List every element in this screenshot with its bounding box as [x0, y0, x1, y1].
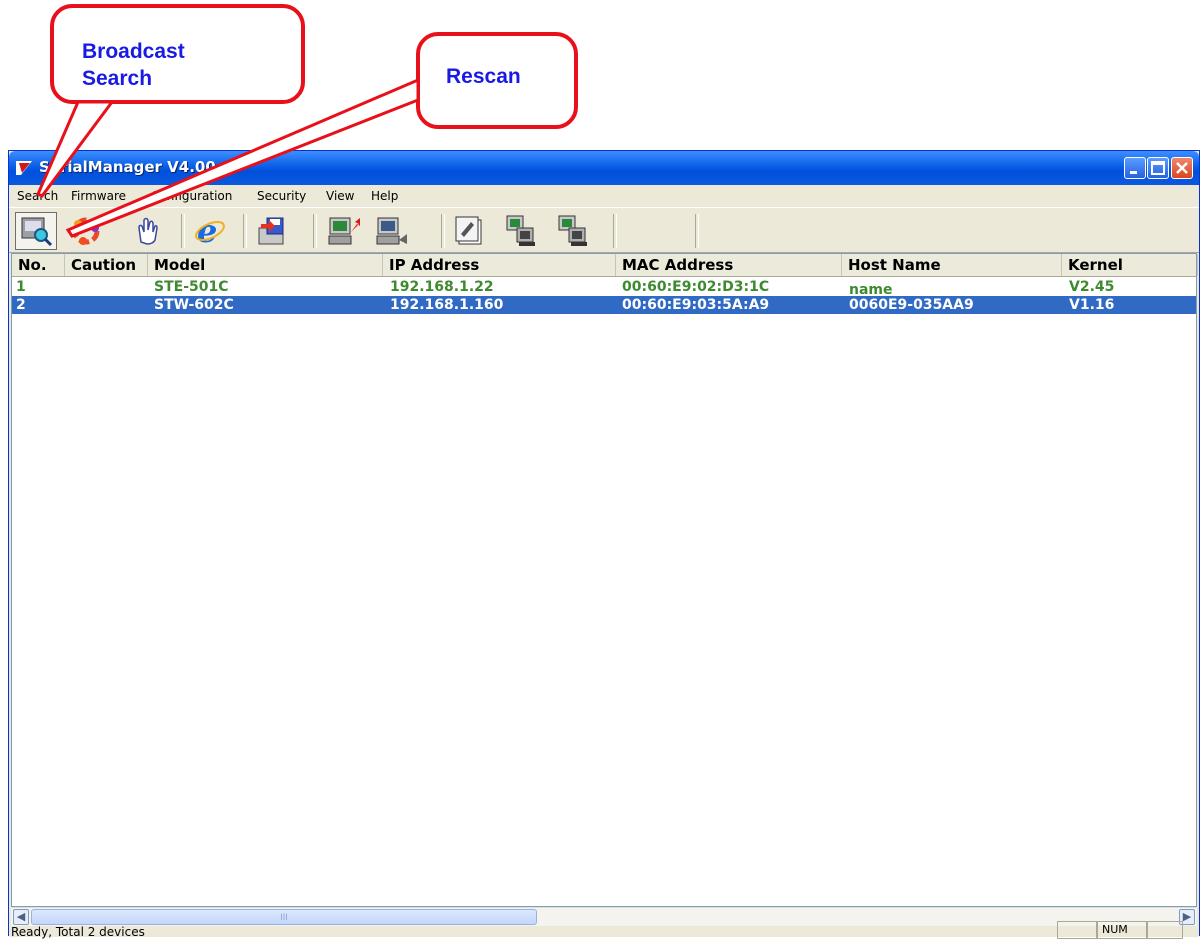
console-icon[interactable]: [327, 214, 361, 248]
maximize-icon: [1151, 161, 1165, 175]
config-icon[interactable]: [453, 214, 487, 248]
toolbar-separator: [613, 214, 617, 248]
menu-help[interactable]: Help: [371, 189, 398, 203]
minimize-icon: [1130, 171, 1137, 174]
cell-mac: 00:60:E9:03:5A:A9: [622, 297, 770, 313]
col-caution[interactable]: Caution: [65, 254, 148, 276]
svg-text:e: e: [197, 214, 217, 248]
broadcast-callout-text: Broadcast Search: [82, 40, 185, 90]
cell-no: 2: [16, 297, 26, 313]
device-list: No. Caution Model IP Address MAC Address…: [11, 253, 1198, 907]
title-bar: SerialManager V4.00 ...: [9, 151, 1199, 185]
table-row-selected[interactable]: 2 STW-602C 192.168.1.160 00:60:E9:03:5A:…: [12, 296, 1196, 314]
status-pane-empty: [1147, 921, 1183, 939]
network2-icon[interactable]: [557, 214, 591, 248]
col-mac-address[interactable]: MAC Address: [616, 254, 842, 276]
broadcast-search-callout: Broadcast Search: [50, 4, 305, 104]
broadcast-search-button[interactable]: [15, 212, 57, 250]
app-logo-icon: [16, 161, 32, 175]
status-pane-empty: [1057, 921, 1097, 939]
menu-search[interactable]: Search: [17, 189, 58, 203]
toolbar-separator: [181, 214, 185, 248]
serialmanager-window: SerialManager V4.00 ... Search Firmware …: [8, 150, 1200, 939]
toolbar-separator: [695, 214, 699, 248]
menu-security[interactable]: Security: [257, 189, 306, 203]
menu-bar: Search Firmware Configuration Security V…: [9, 185, 1199, 207]
cell-no: 1: [16, 279, 26, 295]
menu-view[interactable]: View: [326, 189, 354, 203]
upload-icon[interactable]: [375, 214, 409, 248]
window-title: SerialManager V4.00 ...: [39, 158, 239, 176]
cell-model: STW-602C: [154, 297, 234, 313]
rescan-callout: Rescan: [416, 32, 578, 129]
toolbar-separator: [243, 214, 247, 248]
menu-firmware[interactable]: Firmware: [71, 189, 126, 203]
status-text: Ready, Total 2 devices: [11, 925, 145, 939]
minimize-button[interactable]: [1124, 157, 1146, 179]
cell-kernel: V1.16: [1069, 297, 1115, 313]
cell-model: STE-501C: [154, 279, 229, 295]
rescan-icon[interactable]: [69, 214, 103, 248]
col-host-name[interactable]: Host Name: [842, 254, 1062, 276]
toolbar-separator: [441, 214, 445, 248]
scroll-left-arrow[interactable]: ◀: [13, 909, 29, 925]
menu-configuration[interactable]: Configuration: [151, 189, 232, 203]
locate-icon[interactable]: [129, 214, 163, 248]
table-row[interactable]: 1 STE-501C 192.168.1.22 00:60:E9:02:D3:1…: [12, 278, 1196, 298]
close-icon: [1176, 162, 1188, 174]
toolbar: e: [9, 207, 1199, 253]
maximize-button[interactable]: [1147, 157, 1169, 179]
network-icon[interactable]: [505, 214, 539, 248]
col-no[interactable]: No.: [12, 254, 65, 276]
save-icon[interactable]: [255, 214, 289, 248]
web-browser-icon[interactable]: e: [193, 214, 227, 248]
scroll-thumb[interactable]: III: [31, 909, 537, 925]
cell-mac: 00:60:E9:02:D3:1C: [622, 279, 770, 295]
col-kernel[interactable]: Kernel: [1062, 254, 1198, 276]
cell-host: 0060E9-035AA9: [849, 297, 974, 313]
close-button[interactable]: [1171, 157, 1193, 179]
col-ip-address[interactable]: IP Address: [383, 254, 616, 276]
toolbar-separator: [313, 214, 317, 248]
rescan-callout-text: Rescan: [446, 65, 521, 88]
cell-ip: 192.168.1.160: [390, 297, 504, 313]
list-header: No. Caution Model IP Address MAC Address…: [12, 254, 1198, 277]
col-model[interactable]: Model: [148, 254, 383, 276]
cell-ip: 192.168.1.22: [390, 279, 494, 295]
broadcast-search-icon: [21, 217, 53, 247]
status-num: NUM: [1097, 921, 1147, 939]
cell-kernel: V2.45: [1069, 279, 1115, 295]
horizontal-scrollbar[interactable]: ◀ III ▶: [11, 907, 1197, 926]
